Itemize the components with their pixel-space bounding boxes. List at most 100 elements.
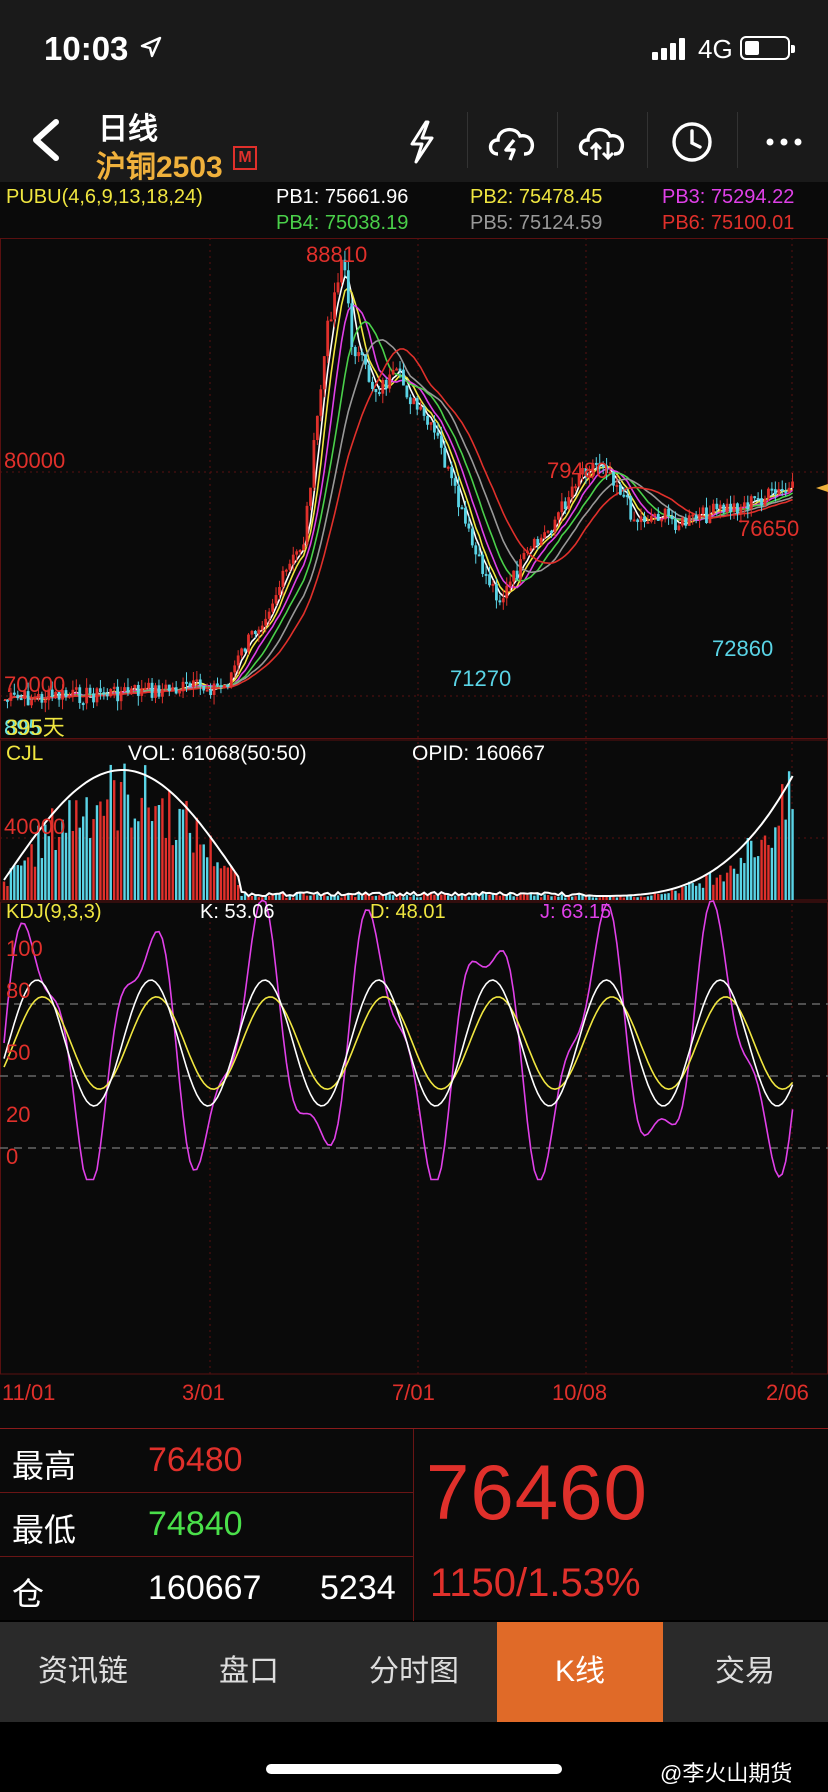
- candle-body: [532, 539, 536, 549]
- volume-bar: [478, 896, 481, 900]
- volume-bar: [157, 805, 161, 900]
- kline-chart-svg[interactable]: 80000 70000 88810 79480 76650 71270 7286…: [0, 238, 828, 1428]
- candle-body: [691, 514, 695, 517]
- home-indicator[interactable]: [266, 1764, 562, 1774]
- candle-body: [167, 684, 171, 692]
- volume-bar: [199, 844, 202, 900]
- more-icon[interactable]: [756, 116, 812, 168]
- candle-body: [229, 672, 233, 687]
- watermark: @李火山期货: [660, 1761, 793, 1786]
- candle-body: [240, 648, 243, 656]
- volume-bar: [329, 896, 333, 900]
- moving-average-lines: [3, 274, 794, 702]
- candle-body: [618, 484, 622, 495]
- candle-body: [680, 517, 684, 526]
- tab-order-book[interactable]: 盘口: [166, 1622, 332, 1722]
- candle-body: [656, 513, 660, 521]
- volume-bar: [316, 894, 319, 900]
- candle-body: [267, 611, 271, 619]
- candle-body: [271, 603, 274, 612]
- contract-symbol[interactable]: 沪铜2503: [96, 142, 223, 186]
- lightning-icon[interactable]: [394, 116, 450, 168]
- volume-bar: [309, 895, 312, 900]
- volume-bar: [391, 895, 395, 900]
- candle-body: [30, 699, 33, 706]
- ma-line: [3, 274, 793, 702]
- volume-bar: [416, 897, 419, 900]
- volume-bar: [267, 895, 271, 900]
- pb3-value: PB3: 75294.22: [662, 186, 795, 208]
- volume-bar: [660, 894, 663, 900]
- candle-body: [649, 515, 653, 522]
- volume-bar: [784, 819, 787, 900]
- candle-body: [126, 687, 130, 693]
- volume-bar: [202, 844, 205, 900]
- candle-body: [515, 570, 519, 580]
- peak2-annotation: 79480: [547, 458, 608, 483]
- tab-news-chain[interactable]: 资讯链: [0, 1622, 166, 1722]
- nav-bar: 日线 沪铜2503 M: [0, 100, 828, 184]
- candle-body: [250, 631, 254, 635]
- candle-body: [233, 665, 237, 673]
- candle-body: [309, 487, 312, 506]
- volume-bar: [515, 897, 519, 900]
- volume-bar: [185, 800, 188, 900]
- volume-bar: [419, 897, 422, 900]
- candle-body: [371, 381, 374, 389]
- candle-body: [408, 397, 412, 405]
- high-value: 76480: [148, 1441, 243, 1479]
- candle-body: [123, 687, 126, 692]
- candle-body: [505, 585, 509, 599]
- candle-body: [653, 513, 657, 516]
- volume-bar: [92, 819, 95, 900]
- candle-body: [191, 680, 195, 688]
- cloud-sync-icon[interactable]: [574, 116, 630, 168]
- tab-intraday[interactable]: 分时图: [331, 1622, 497, 1722]
- candle-body: [753, 496, 757, 499]
- tab-kline[interactable]: K线: [497, 1622, 663, 1722]
- candle-body: [632, 519, 636, 522]
- candle-body: [422, 406, 426, 416]
- candle-body: [395, 368, 398, 371]
- volume-bar: [298, 892, 302, 900]
- candle-body: [88, 687, 92, 694]
- candle-body: [780, 489, 784, 492]
- main-contract-badge: M: [233, 146, 257, 170]
- candle-body: [736, 503, 739, 514]
- x-axis-label: 3/01: [182, 1380, 225, 1405]
- candle-body: [460, 507, 464, 510]
- tab-trade[interactable]: 交易: [662, 1622, 828, 1722]
- candle-body: [367, 364, 371, 382]
- volume-bar: [209, 835, 212, 900]
- candle-body: [312, 440, 316, 488]
- peak3-annotation: 76650: [738, 516, 799, 541]
- volume-bar: [774, 827, 777, 900]
- candle-body: [346, 270, 350, 304]
- candle-body: [539, 537, 543, 545]
- pb5-value: PB5: 75124.59: [470, 212, 603, 234]
- candle-body: [198, 679, 202, 686]
- kline-chart-area[interactable]: 80000 70000 88810 79480 76650 71270 7286…: [0, 238, 828, 1428]
- candle-body: [219, 685, 223, 688]
- back-arrow-icon[interactable]: [26, 118, 66, 162]
- open-interest-value: 160667: [148, 1569, 262, 1607]
- candle-body: [760, 498, 763, 506]
- candle-body: [746, 502, 750, 510]
- volume-bar: [405, 895, 409, 900]
- clock-icon[interactable]: [664, 116, 720, 168]
- ma-line: [3, 304, 794, 702]
- volume-bar: [632, 897, 636, 900]
- candle-body: [150, 682, 154, 698]
- volume-bar: [23, 860, 26, 900]
- volume-bar: [767, 844, 770, 900]
- candle-body: [305, 505, 309, 545]
- candle-body: [470, 528, 474, 546]
- candle-body: [484, 573, 488, 576]
- volume-bar: [233, 871, 236, 900]
- volume-bar: [667, 893, 670, 900]
- volume-bar: [2, 881, 6, 900]
- candle-body: [560, 501, 564, 513]
- volume-bar: [271, 894, 274, 900]
- cloud-lightning-icon[interactable]: [484, 116, 540, 168]
- volume-bar: [546, 894, 550, 900]
